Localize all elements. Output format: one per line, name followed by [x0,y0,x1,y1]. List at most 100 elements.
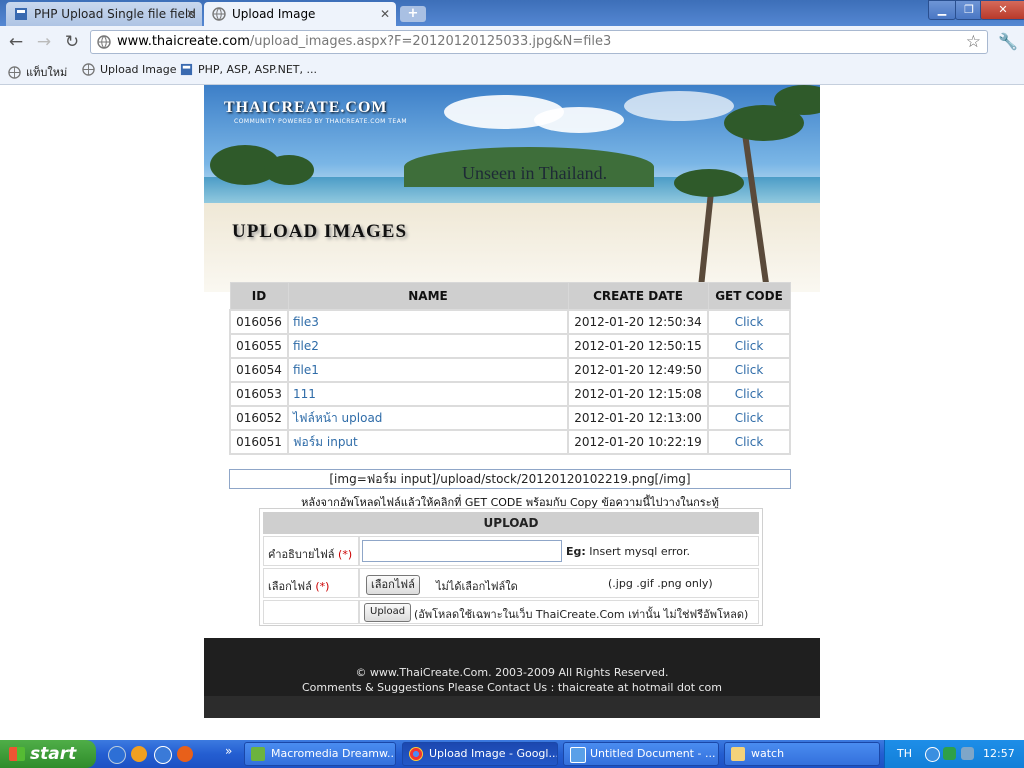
start-label: start [30,744,77,764]
upload-button[interactable]: Upload [364,603,412,622]
close-tab-icon[interactable]: ✕ [380,2,390,26]
file-id: 016054 [229,357,289,383]
file-name-link[interactable]: file3 [293,315,319,329]
table-row: 016056 file3 2012-01-20 12:50:34 Click [229,309,791,335]
column-header-id: ID [229,282,289,311]
upload-form: UPLOAD คำอธิบายไฟล์ (*) Eg: Insert mysql… [259,508,763,626]
taskbar-item-label: watch [751,747,785,760]
taskbar-item[interactable]: watch [724,742,880,766]
example-label: Eg: [566,545,586,558]
taskbar-item[interactable]: Macromedia Dreamw... [244,742,396,766]
banner-tagline: Unseen in Thailand. [462,163,608,183]
get-code-link[interactable]: Click [735,411,764,425]
thaicreate-icon [15,8,27,20]
taskbar-item[interactable]: Untitled Document - ... [563,742,719,766]
file-name-link[interactable]: file2 [293,339,319,353]
table-row: 016053 111 2012-01-20 12:15:08 Click [229,381,791,407]
user-icon[interactable] [943,747,956,760]
reload-icon[interactable]: ↻ [62,32,82,52]
site-footer: © www.ThaiCreate.Com. 2003-2009 All Righ… [204,638,820,718]
restore-button[interactable]: ❐ [955,0,983,20]
no-file-selected-text: ไม่ได้เลือกไฟล์ใด [436,580,518,593]
url-host: www.thaicreate.com [117,34,250,49]
start-button[interactable]: start [0,740,96,768]
browser-tab-strip: PHP Upload Single file field ✕ Upload Im… [0,0,1024,26]
file-date: 2012-01-20 12:50:34 [567,309,709,335]
tab-upload-image[interactable]: Upload Image ✕ [204,2,396,26]
required-mark: (*) [338,548,353,561]
get-code-link[interactable]: Click [735,387,764,401]
wrench-icon[interactable]: 🔧 [998,32,1018,51]
image-code-field[interactable]: [img=ฟอร์ม input]/upload/stock/201201201… [229,469,791,489]
description-input[interactable] [362,540,562,562]
desc-label: คำอธิบายไฟล์ (*) [268,545,352,563]
example-text: Eg: Insert mysql error. [566,545,690,558]
file-label-text: เลือกไฟล์ [268,580,312,593]
bookmark-label: Upload Image [100,63,177,76]
get-code-link[interactable]: Click [735,315,764,329]
thaicreate-icon [180,63,193,76]
file-id: 016055 [229,333,289,359]
media-icon[interactable] [131,746,147,762]
globe-icon [8,66,21,79]
system-tray: TH 12:57 [884,740,1024,768]
footer-strip [204,696,820,718]
table-row: 016052 ไฟล์หน้า upload 2012-01-20 12:13:… [229,405,791,431]
close-tab-icon[interactable]: ✕ [186,2,196,26]
browser-toolbar: ← → ↻ www.thaicreate.com/upload_images.a… [0,26,1024,59]
file-name-link[interactable]: 111 [293,387,316,401]
ie-alt-icon[interactable] [154,746,172,764]
choose-file-button[interactable]: เลือกไฟล์ [366,575,420,595]
table-row: 016051 ฟอร์ม input 2012-01-20 10:22:19 C… [229,429,791,455]
taskbar-item-label: Untitled Document - ... [590,747,716,760]
file-date: 2012-01-20 12:50:15 [567,333,709,359]
url-path: /upload_images.aspx?F=20120120125033.jpg… [249,34,612,49]
file-id: 016052 [229,405,289,431]
firefox-icon[interactable] [177,746,193,762]
desc-label-text: คำอธิบายไฟล์ [268,548,335,561]
tab-label: Upload Image [232,7,316,21]
file-name-link[interactable]: ฟอร์ม input [293,435,358,449]
windows-taskbar: start » Macromedia Dreamw... Upload Imag… [0,740,1024,768]
globe-icon [212,7,226,21]
bookmark-star-icon[interactable]: ☆ [966,32,981,52]
ie-icon[interactable] [108,746,126,764]
chrome-icon [409,747,423,761]
uploaded-files-table: ID NAME CREATE DATE GET CODE 016056 file… [229,282,791,455]
network-icon[interactable] [961,747,974,760]
file-date: 2012-01-20 10:22:19 [567,429,709,455]
copyright-text: © www.ThaiCreate.Com. 2003-2009 All Righ… [355,666,669,679]
get-code-link[interactable]: Click [735,435,764,449]
bookmark-item[interactable]: แท็บใหม่ [8,63,67,81]
file-name-link[interactable]: file1 [293,363,319,377]
site-logo[interactable]: THAICREATE.COM [224,99,388,117]
bookmark-item[interactable]: Upload Image [82,63,177,76]
file-id: 016053 [229,381,289,407]
get-code-link[interactable]: Click [735,363,764,377]
get-code-link[interactable]: Click [735,339,764,353]
file-name-link[interactable]: ไฟล์หน้า upload [293,411,382,425]
file-id: 016056 [229,309,289,335]
file-date: 2012-01-20 12:13:00 [567,405,709,431]
site-banner: THAICREATE.COM COMMUNITY POWERED BY THAI… [204,85,820,292]
tab-label: PHP Upload Single file field [34,7,196,21]
file-label-cell: เลือกไฟล์ (*) [263,568,359,598]
bookmark-item[interactable]: PHP, ASP, ASP.NET, ... [180,63,317,76]
quicklaunch-overflow[interactable]: » [225,744,232,758]
file-date: 2012-01-20 12:15:08 [567,381,709,407]
column-header-get-code: GET CODE [707,282,791,311]
taskbar-item-label: Upload Image - Googl... [429,747,558,760]
back-icon[interactable]: ← [6,32,26,52]
taskbar-item[interactable]: Upload Image - Googl... [402,742,558,766]
new-tab-button[interactable]: + [400,6,426,22]
forward-icon[interactable]: → [34,32,54,52]
minimize-button[interactable]: ▁ [928,0,956,20]
address-bar[interactable]: www.thaicreate.com/upload_images.aspx?F=… [90,30,988,54]
tray-expand-icon[interactable] [925,747,940,762]
tab-php-upload[interactable]: PHP Upload Single file field ✕ [6,2,202,26]
language-indicator[interactable]: TH [897,747,912,760]
site-logo-subtitle: COMMUNITY POWERED BY THAICREATE.COM TEAM [234,118,407,125]
globe-icon [82,63,95,76]
document-icon [570,747,586,763]
close-window-button[interactable]: ✕ [980,0,1024,20]
